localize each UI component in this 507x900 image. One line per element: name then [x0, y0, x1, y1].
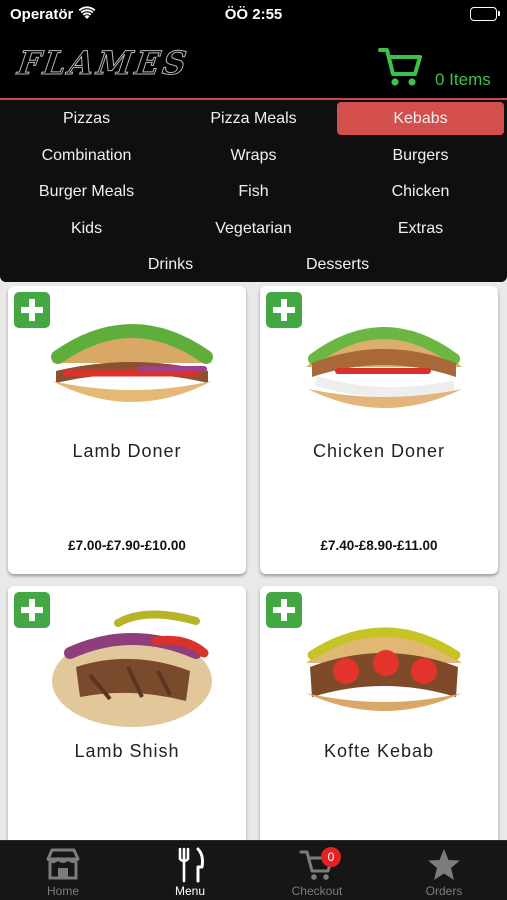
category-fish[interactable]: Fish [172, 175, 335, 208]
category-pizzas[interactable]: Pizzas [5, 102, 168, 135]
product-card-lamb-doner[interactable]: Lamb Doner £7.00-£7.90-£10.00 [8, 286, 246, 574]
product-card-lamb-shish[interactable]: Lamb Shish [8, 586, 246, 874]
lamb-doner-image [51, 324, 213, 402]
category-pizza-meals[interactable]: Pizza Meals [172, 102, 335, 135]
status-bar: Operatör ÖÖ 2:55 [0, 0, 507, 30]
status-time: ÖÖ 2:55 [224, 6, 283, 23]
category-wraps[interactable]: Wraps [172, 139, 335, 172]
tab-orders-label: Orders [425, 884, 463, 898]
category-vegetarian[interactable]: Vegetarian [172, 212, 335, 245]
checkout-count-badge: 0 [321, 847, 341, 867]
category-desserts[interactable]: Desserts [256, 248, 419, 281]
product-price: £7.00-£7.90-£10.00 [68, 538, 186, 553]
tab-home-label: Home [46, 884, 79, 898]
tab-menu-label: Menu [174, 884, 206, 898]
product-card-kofte-kebab[interactable]: Kofte Kebab [260, 586, 498, 874]
category-menu: Pizzas Pizza Meals Kebabs Combination Wr… [0, 100, 507, 282]
product-name: Chicken Doner [312, 441, 446, 461]
category-chicken[interactable]: Chicken [339, 175, 502, 208]
cart-count-label: 0 Items [435, 70, 491, 89]
store-icon [46, 848, 80, 880]
category-drinks[interactable]: Drinks [89, 248, 252, 281]
product-card-chicken-doner[interactable]: Chicken Doner £7.40-£8.90-£11.00 [260, 286, 498, 574]
category-burger-meals[interactable]: Burger Meals [5, 175, 168, 208]
app-header: FLAMES 0 Items [0, 30, 507, 100]
bottom-tab-bar: Home Menu 0 Checkout Orders [0, 840, 507, 900]
tab-home[interactable]: Home [0, 841, 126, 900]
kofte-kebab-image [306, 627, 462, 711]
add-to-cart-button[interactable] [14, 592, 50, 628]
star-icon [428, 849, 460, 880]
lamb-shish-image [52, 610, 212, 727]
product-name: Lamb Doner [72, 441, 182, 461]
add-to-cart-button[interactable] [266, 592, 302, 628]
cart-icon [378, 48, 422, 86]
category-extras[interactable]: Extras [339, 212, 502, 245]
add-to-cart-button[interactable] [14, 292, 50, 328]
add-to-cart-button[interactable] [266, 292, 302, 328]
category-kids[interactable]: Kids [5, 212, 168, 245]
header-cart-button[interactable]: 0 Items [378, 44, 498, 89]
tab-orders[interactable]: Orders [381, 841, 507, 900]
tab-checkout-label: Checkout [291, 884, 343, 898]
product-name: Lamb Shish [74, 741, 180, 761]
fork-knife-icon [178, 847, 204, 883]
chicken-doner-image [306, 327, 462, 408]
battery-icon [470, 7, 500, 21]
product-price: £7.40-£8.90-£11.00 [320, 538, 438, 553]
category-kebabs[interactable]: Kebabs [337, 102, 504, 135]
tab-menu[interactable]: Menu [127, 841, 253, 900]
category-burgers[interactable]: Burgers [339, 139, 502, 172]
flames-logo[interactable]: FLAMES [15, 44, 192, 83]
tab-checkout[interactable]: 0 Checkout [254, 841, 380, 900]
product-name: Kofte Kebab [323, 741, 435, 761]
category-combination[interactable]: Combination [5, 139, 168, 172]
